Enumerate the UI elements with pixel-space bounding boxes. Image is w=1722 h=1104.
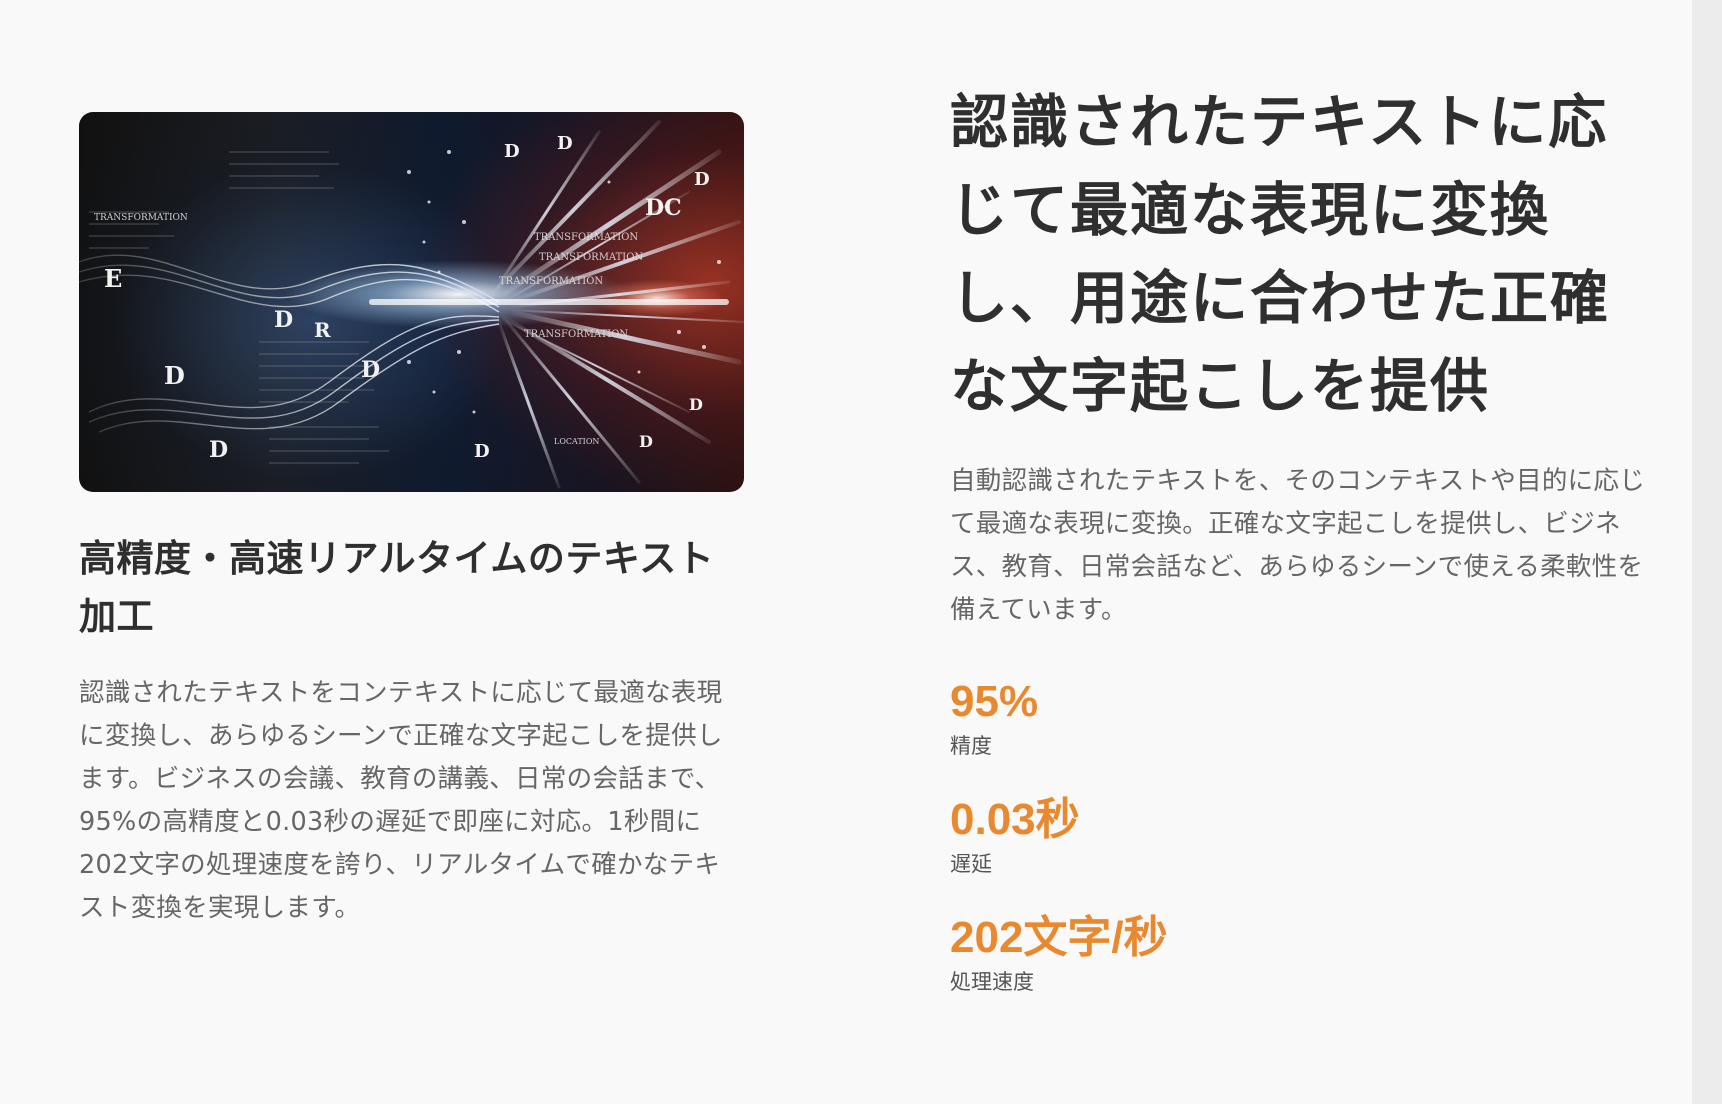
stat-label: 処理速度 — [950, 970, 1034, 994]
svg-text:D: D — [694, 169, 710, 190]
feature-card: E D D D R D D D D DC D D D TRANSFORMATIO… — [79, 112, 744, 930]
svg-text:TRANSFORMATION: TRANSFORMATION — [94, 213, 188, 223]
main-heading: 認識されたテキストに応じて最適な表現に変換し、用途に合わせた正確な文字起こしを提… — [950, 88, 1611, 420]
svg-text:TRANSFORMATION: TRANSFORMATION — [499, 276, 603, 287]
svg-text:D: D — [557, 133, 573, 154]
feature-image: E D D D R D D D D DC D D D TRANSFORMATIO… — [79, 112, 744, 492]
stat-label: 精度 — [950, 734, 992, 758]
hero-section: 認識されたテキストに応じて最適な表現に変換し、用途に合わせた正確な文字起こしを提… — [950, 78, 1662, 1032]
svg-text:TRANSFORMATION: TRANSFORMATION — [524, 329, 628, 340]
scrollbar-track[interactable] — [1692, 0, 1722, 1104]
hero-description: 自動認識されたテキストを、そのコンテキストや目的に応じて最適な表現に変換。正確な… — [950, 466, 1646, 625]
stat-accuracy: 95% 精度 — [950, 678, 1662, 760]
feature-image-art: E D D D R D D D D DC D D D TRANSFORMATIO… — [79, 120, 744, 489]
svg-text:DC: DC — [645, 195, 682, 221]
svg-text:D: D — [474, 441, 490, 462]
svg-text:D: D — [639, 432, 653, 451]
stats-list: 95% 精度 0.03秒 遅延 202文字/秒 処理速度 — [950, 678, 1662, 996]
svg-text:D: D — [689, 395, 703, 414]
svg-text:LOCATION: LOCATION — [554, 437, 599, 446]
feature-heading: 高精度・高速リアルタイムのテキスト加工 — [79, 537, 715, 638]
stat-value: 0.03秒 — [950, 795, 1080, 844]
svg-text:R: R — [314, 318, 331, 342]
svg-text:TRANSFORMATION: TRANSFORMATION — [539, 252, 643, 263]
stat-speed: 202文字/秒 処理速度 — [950, 914, 1662, 996]
feature-description: 認識されたテキストをコンテキストに応じて最適な表現に変換し、あらゆるシーンで正確… — [79, 678, 723, 923]
svg-text:D: D — [361, 357, 380, 383]
stat-value: 95% — [950, 677, 1039, 726]
svg-text:D: D — [274, 307, 293, 333]
svg-text:D: D — [209, 437, 228, 463]
stat-latency: 0.03秒 遅延 — [950, 796, 1662, 878]
svg-text:TRANSFORMATION: TRANSFORMATION — [534, 232, 638, 243]
svg-text:D: D — [504, 141, 520, 162]
stat-label: 遅延 — [950, 852, 992, 876]
svg-text:D: D — [164, 361, 185, 390]
stat-value: 202文字/秒 — [950, 913, 1168, 962]
svg-text:E: E — [104, 264, 122, 293]
page: E D D D R D D D D DC D D D TRANSFORMATIO… — [0, 0, 1692, 1104]
